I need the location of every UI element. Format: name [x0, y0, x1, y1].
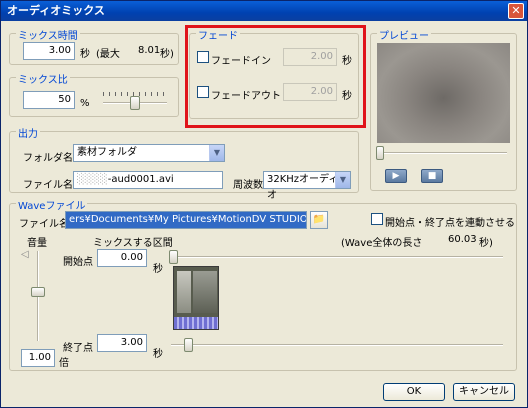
browse-folder-button[interactable]: 📁 [310, 211, 328, 229]
cancel-button[interactable]: キャンセル [453, 383, 515, 401]
folder-select-value: 素材フォルダ [77, 147, 137, 158]
volume-label: 音量 [27, 238, 47, 249]
output-group-label: 出力 [16, 125, 40, 140]
start-point-unit: 秒 [153, 264, 163, 275]
mix-time-max-unit: 秒) [160, 49, 174, 60]
mix-time-group-label: ミックス時間 [16, 27, 80, 42]
mix-time-max-label: (最大 [96, 49, 120, 60]
title-bar: オーディオミックス ✕ [1, 1, 527, 21]
end-point-input[interactable]: 3.00 [97, 334, 147, 352]
link-points-label: 開始点・終了点を連動させる [385, 218, 515, 229]
preview-image [377, 43, 510, 143]
blurred-filename-prefix: ░░░░ [77, 174, 108, 185]
mix-ratio-slider-thumb[interactable] [130, 96, 140, 110]
preview-seek-thumb[interactable] [376, 146, 384, 160]
wave-length-unit: 秒) [479, 238, 493, 249]
end-point-track [171, 344, 503, 346]
freq-label: 周波数 [233, 180, 263, 191]
play-button[interactable]: ▶ [385, 169, 407, 183]
mix-ratio-input[interactable]: 50 [23, 91, 75, 109]
end-point-slider-thumb[interactable] [184, 338, 193, 352]
volume-input[interactable]: 1.00 [21, 349, 55, 367]
folder-select[interactable]: 素材フォルダ ▼ [73, 144, 225, 162]
stop-button[interactable]: ■ [421, 169, 443, 183]
volume-unit: 倍 [59, 358, 69, 369]
clip-frame-1 [177, 271, 191, 313]
wave-group-label: Waveファイル [16, 197, 88, 212]
mix-time-unit: 秒 [80, 49, 90, 60]
chevron-down-icon: ▼ [209, 145, 224, 161]
start-point-slider-thumb[interactable] [169, 250, 178, 264]
clip-frame-2 [193, 271, 217, 313]
highlight-frame [185, 25, 366, 128]
wave-length-value: 60.03 [448, 234, 477, 245]
chevron-down-icon: ▼ [335, 172, 350, 188]
link-points-checkbox[interactable] [371, 213, 383, 225]
mix-time-max-value: 8.01 [138, 45, 161, 56]
output-file-value: -aud0001.avi [107, 174, 174, 185]
speaker-icon: ◁ [21, 249, 29, 260]
preview-seek-track [379, 152, 507, 154]
file-label: ファイル名 [23, 180, 73, 191]
clip-thumbnail [173, 266, 219, 330]
end-point-label: 終了点 [63, 343, 93, 354]
preview-group-label: プレビュー [377, 27, 431, 42]
audio-mix-dialog: オーディオミックス ✕ ミックス時間 3.00 秒 (最大 8.01 秒) ミッ… [0, 0, 528, 408]
close-button[interactable]: ✕ [508, 3, 524, 19]
freq-select[interactable]: 32KHzオーディオ ▼ [263, 171, 351, 201]
wave-length-label: (Wave全体の長さ [341, 238, 423, 249]
freq-select-value: 32KHzオーディオ [267, 174, 339, 201]
mix-time-input[interactable]: 3.00 [23, 42, 75, 60]
wave-file-label: ファイル名 [19, 219, 69, 230]
folder-label: フォルダ名 [23, 153, 73, 164]
output-file-input[interactable]: ░░░░-aud0001.avi [73, 171, 223, 189]
mix-ratio-group-label: ミックス比 [16, 71, 70, 86]
start-point-track [171, 256, 503, 258]
wave-file-input[interactable]: ers¥Documents¥My Pictures¥MotionDV STUDI… [65, 211, 307, 229]
window-title: オーディオミックス [7, 4, 105, 17]
section-label: ミックスする区間 [93, 238, 173, 249]
mix-ratio-unit: % [80, 98, 90, 109]
end-point-unit: 秒 [153, 349, 163, 360]
folder-icon: 📁 [312, 214, 326, 225]
start-point-input[interactable]: 0.00 [97, 249, 147, 267]
volume-slider-thumb[interactable] [31, 287, 45, 297]
ok-button[interactable]: OK [383, 383, 445, 401]
clip-audio-strip [174, 317, 218, 329]
start-point-label: 開始点 [63, 257, 93, 268]
